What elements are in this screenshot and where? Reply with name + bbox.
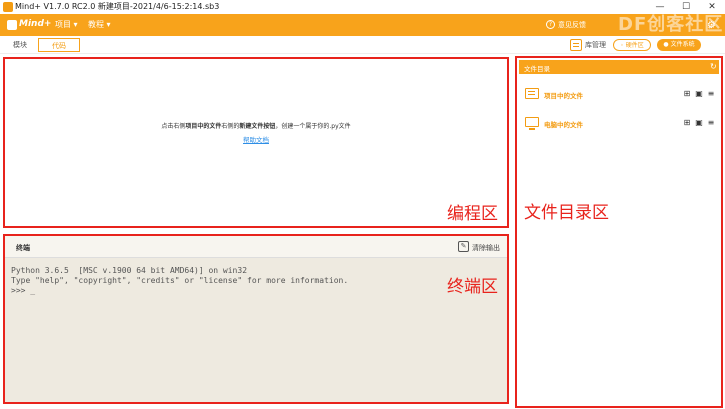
- project-files-label: 项目中的文件: [544, 92, 583, 100]
- computer-files-label: 电脑中的文件: [544, 121, 583, 129]
- new-folder-icon[interactable]: ▣: [695, 118, 703, 127]
- gear-icon[interactable]: ⚙: [707, 21, 716, 31]
- file-directory-zone-label: 文件目录区: [524, 203, 609, 223]
- broom-icon[interactable]: ✎: [458, 241, 469, 252]
- refresh-icon[interactable]: ↻: [710, 62, 717, 71]
- clear-output-button[interactable]: 清除输出: [472, 243, 500, 253]
- menu-icon[interactable]: ≡: [707, 118, 715, 127]
- new-file-icon[interactable]: ⊞: [683, 118, 691, 127]
- title-bar: Mind+ V1.7.0 RC2.0 新建项目-2021/4/6-15:2:14…: [0, 0, 725, 14]
- new-file-icon[interactable]: ⊞: [683, 89, 691, 98]
- help-doc-link[interactable]: 帮助文档: [5, 134, 507, 144]
- computer-icon: [525, 117, 539, 130]
- editor-zone-label: 编程区: [447, 204, 498, 224]
- terminal-title: 终端: [16, 244, 30, 252]
- file-directory-panel: 文件目录 ↻ 项目中的文件 ⊞ ▣ ≡ 电脑中的文件 ⊞ ▣ ≡ 文件目录区: [515, 56, 723, 408]
- new-folder-icon[interactable]: ▣: [695, 89, 703, 98]
- window-title: Mind+ V1.7.0 RC2.0 新建项目-2021/4/6-15:2:14…: [15, 2, 220, 11]
- project-files-row[interactable]: 项目中的文件 ⊞ ▣ ≡: [525, 86, 719, 102]
- computer-files-row[interactable]: 电脑中的文件 ⊞ ▣ ≡: [525, 115, 719, 131]
- code-editor-area[interactable]: 点击右侧项目中的文件右侧的新建文件按钮，创建一个属于你的.py文件 帮助文档 编…: [3, 57, 509, 228]
- mindplus-logo[interactable]: Mind+: [7, 18, 51, 32]
- menu-icon[interactable]: ≡: [707, 89, 715, 98]
- file-directory-title: 文件目录: [524, 65, 550, 73]
- filesystem-toggle-button[interactable]: ● 文件系统: [657, 39, 701, 51]
- folder-list-icon: [525, 88, 539, 99]
- menu-project[interactable]: 项目 ▾: [55, 19, 78, 30]
- library-icon[interactable]: [570, 39, 582, 51]
- hardware-toggle-button[interactable]: ◦ 硬件区: [613, 39, 651, 51]
- editor-hint: 点击右侧项目中的文件右侧的新建文件按钮，创建一个属于你的.py文件: [161, 123, 351, 130]
- help-icon[interactable]: ?: [546, 20, 555, 29]
- terminal-output[interactable]: Python 3.6.5 [MSC v.1900 64 bit AMD64)] …: [11, 266, 348, 296]
- tab-code[interactable]: 代码: [38, 38, 80, 52]
- terminal-panel: 终端 ✎ 清除输出 Python 3.6.5 [MSC v.1900 64 bi…: [3, 234, 509, 404]
- terminal-header: 终端 ✎ 清除输出: [5, 236, 507, 258]
- feedback-link[interactable]: 意见反馈: [558, 20, 586, 30]
- app-icon: [3, 2, 13, 12]
- menu-bar: Mind+ 项目 ▾ 教程 ▾ ? 意见反馈 DF创客社区 ⚙: [0, 14, 725, 36]
- logo-text: Mind+: [19, 19, 52, 29]
- toolbar: 模块 代码 库管理 ◦ 硬件区 ● 文件系统: [0, 36, 725, 54]
- file-directory-header: 文件目录 ↻: [519, 60, 719, 74]
- terminal-zone-label: 终端区: [447, 277, 498, 297]
- library-label[interactable]: 库管理: [585, 40, 606, 50]
- menu-tutorial[interactable]: 教程 ▾: [88, 19, 111, 30]
- logo-icon: [7, 20, 17, 30]
- tab-blocks[interactable]: 模块: [6, 38, 34, 52]
